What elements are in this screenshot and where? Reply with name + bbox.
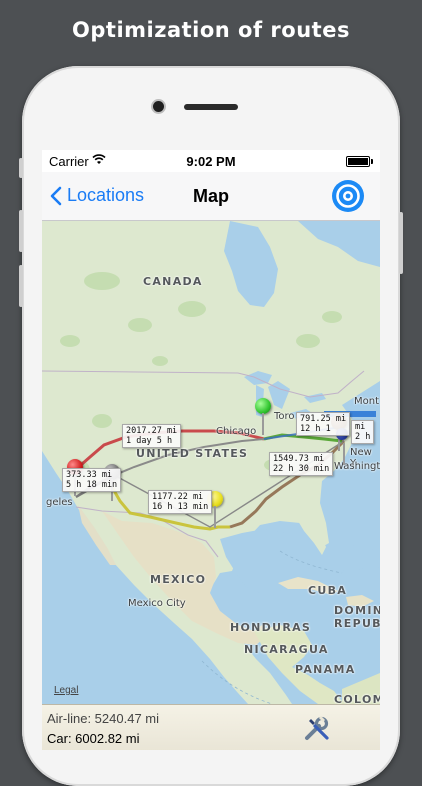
- route-map[interactable]: CANADA UNITED STATES MEXICO Mexico City …: [42, 221, 380, 704]
- route-distance: 791.25 mi: [300, 414, 347, 424]
- back-label: Locations: [67, 185, 145, 205]
- route-label: 1549.73 mi 22 h 30 min: [269, 452, 334, 476]
- legal-link[interactable]: Legal: [54, 685, 78, 696]
- route-distance: 2017.27 mi: [126, 426, 178, 436]
- back-button[interactable]: Locations: [50, 185, 144, 206]
- airline-distance: Air-line: 5240.47 mi: [47, 711, 159, 726]
- route-time: 22 h 30 min: [273, 464, 330, 474]
- map-label-toronto: Toro: [274, 411, 295, 422]
- route-label: 1177.22 mi 16 h 13 min: [148, 490, 213, 514]
- chevron-left-icon: [50, 186, 62, 205]
- wrench-screwdriver-icon: [305, 715, 329, 740]
- route-label: mi 2 h: [351, 420, 375, 444]
- map-label-canada: CANADA: [143, 275, 203, 288]
- settings-tools-button[interactable]: [302, 713, 332, 743]
- map-label-honduras: HONDURAS: [230, 621, 312, 634]
- route-label: 2017.27 mi 1 day 5 h: [122, 424, 182, 448]
- map-label-cuba: CUBA: [308, 584, 348, 597]
- battery-icon: [346, 156, 373, 167]
- route-distance: 1549.73 mi: [273, 454, 325, 464]
- route-distance: mi: [355, 422, 366, 432]
- phone-mute-switch: [19, 158, 23, 178]
- route-time: 1 day 5 h: [126, 436, 173, 446]
- promo-headline: Optimization of routes: [72, 18, 350, 42]
- phone-volume-up: [19, 210, 23, 252]
- status-time: 9:02 PM: [186, 154, 236, 169]
- map-label-mexico-city: Mexico City: [128, 598, 186, 609]
- front-camera: [153, 101, 164, 112]
- map-label-republic: REPUB: [334, 617, 380, 630]
- navigation-bar: Locations Map: [42, 172, 380, 221]
- route-time: 2 h: [355, 432, 371, 442]
- earpiece-speaker: [184, 104, 238, 110]
- route-label: 373.33 mi 5 h 18 min: [62, 468, 122, 492]
- map-label-united-states: UNITED STATES: [136, 447, 249, 460]
- map-label-nicaragua: NICARAGUA: [244, 643, 329, 656]
- app-screen: Carrier 9:02 PM Locations Map CANADA UNI…: [42, 150, 380, 750]
- route-time: 5 h 18 min: [66, 480, 118, 490]
- route-distance: 1177.22 mi: [152, 492, 204, 502]
- map-label-los-angeles: geles: [46, 497, 73, 508]
- target-icon: [336, 184, 360, 208]
- car-distance: Car: 6002.82 mi: [47, 731, 140, 746]
- map-label-panama: PANAMA: [295, 663, 356, 676]
- map-label-dominican: DOMIN: [334, 604, 380, 617]
- map-label-washington: Washington: [334, 461, 380, 472]
- phone-volume-down: [19, 265, 23, 307]
- locate-target-button[interactable]: [332, 180, 364, 212]
- status-bar: Carrier 9:02 PM: [42, 150, 380, 172]
- map-label-colombia: COLOMBI: [334, 693, 380, 704]
- map-label-montreal: Mont: [354, 396, 380, 407]
- route-summary-bar: Air-line: 5240.47 mi Car: 6002.82 mi: [42, 704, 380, 750]
- map-label-chicago: Chicago: [216, 426, 257, 437]
- phone-power-button: [399, 212, 403, 274]
- location-pin-green[interactable]: [255, 398, 271, 435]
- map-label-mexico: MEXICO: [150, 573, 207, 586]
- route-label: 791.25 mi 12 h 1: [296, 412, 351, 436]
- route-time: 12 h 1: [300, 424, 331, 434]
- route-distance: 373.33 mi: [66, 470, 113, 480]
- route-time: 16 h 13 min: [152, 502, 209, 512]
